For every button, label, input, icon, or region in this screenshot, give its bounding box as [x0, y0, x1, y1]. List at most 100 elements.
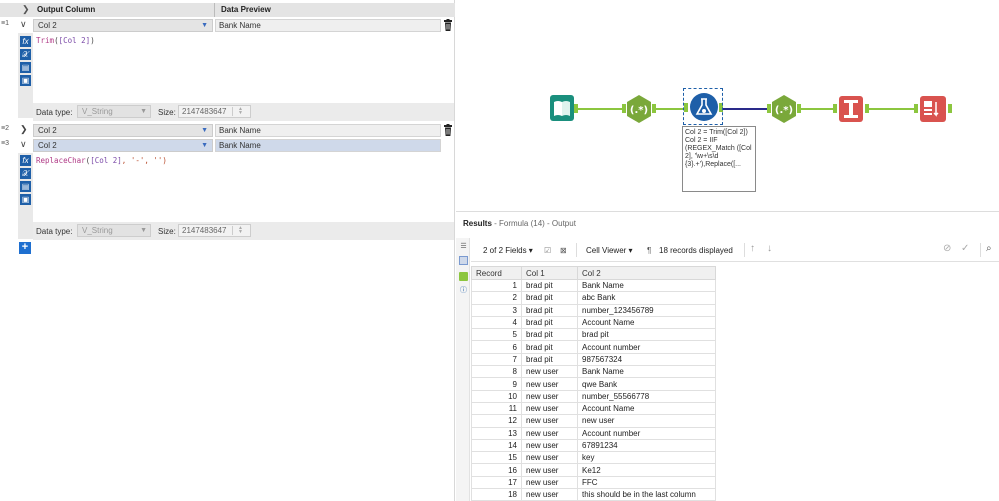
col2-cell[interactable]: key [577, 451, 716, 465]
table-row[interactable]: 9 new user qwe Bank [471, 377, 716, 391]
input-data-tool-icon[interactable] [550, 95, 578, 123]
col1-cell[interactable]: new user [521, 389, 578, 403]
table-row[interactable]: 13 new user Account number [471, 426, 716, 440]
table-row[interactable]: 5 brad pit brad pit [471, 328, 716, 342]
col1-cell[interactable]: new user [521, 414, 578, 428]
regex-tool-icon[interactable]: (.*) [622, 94, 656, 124]
arrow-down-icon[interactable]: ↓ [767, 243, 772, 254]
record-cell[interactable]: 8 [471, 365, 522, 379]
drag-handle-icon[interactable]: ≡1 [1, 20, 17, 27]
col2-cell[interactable]: 67891234 [577, 438, 716, 453]
col1-cell[interactable]: brad pit [521, 303, 578, 317]
record-cell[interactable]: 11 [471, 401, 522, 416]
expression-editor-1[interactable]: Trim([Col 2]) [33, 33, 454, 103]
record-cell[interactable]: 2 [471, 291, 522, 305]
formula-row-1[interactable]: ≡1 ∨ Col 2 ▼ Bank Name [0, 19, 455, 32]
output-column-select[interactable]: Col 2 ▼ [33, 139, 213, 152]
record-cell[interactable]: 13 [471, 426, 522, 440]
formula-row-2[interactable]: ≡2 ❯ Col 2 ▼ Bank Name [0, 124, 455, 137]
record-cell[interactable]: 17 [471, 475, 522, 490]
output-tool-icon[interactable] [914, 95, 954, 123]
delete-icon[interactable] [443, 124, 453, 136]
column-header-col2[interactable]: Col 2 [577, 266, 716, 280]
col2-cell[interactable]: this should be in the last column [577, 488, 716, 501]
record-cell[interactable]: 16 [471, 463, 522, 477]
col1-cell[interactable]: brad pit [521, 328, 578, 342]
col2-cell[interactable]: 987567324 [577, 352, 716, 367]
regex-tool-icon[interactable]: (.*) [767, 94, 801, 124]
col1-cell[interactable]: brad pit [521, 352, 578, 367]
record-cell[interactable]: 1 [471, 278, 522, 293]
record-cell[interactable]: 7 [471, 352, 522, 367]
col2-cell[interactable]: Bank Name [577, 365, 716, 379]
col2-cell[interactable]: number_55566778 [577, 389, 716, 403]
table-view-icon[interactable] [459, 256, 468, 265]
edit-icon[interactable]: ☑ [544, 246, 551, 255]
col1-cell[interactable]: brad pit [521, 315, 578, 330]
function-icon[interactable]: fx [20, 36, 31, 47]
col1-cell[interactable]: new user [521, 475, 578, 490]
record-cell[interactable]: 6 [471, 340, 522, 354]
col2-cell[interactable]: FFC [577, 475, 716, 490]
formula-row-3[interactable]: ≡3 ∨ Col 2 ▼ Bank Name [0, 139, 455, 152]
record-cell[interactable]: 4 [471, 315, 522, 330]
col1-cell[interactable]: new user [521, 365, 578, 379]
table-row[interactable]: 8 new user Bank Name [471, 365, 716, 379]
arrow-up-icon[interactable]: ↑ [750, 243, 755, 254]
record-cell[interactable]: 5 [471, 328, 522, 342]
table-row[interactable]: 4 brad pit Account Name [471, 315, 716, 330]
table-row[interactable]: 17 new user FFC [471, 475, 716, 490]
col1-cell[interactable]: new user [521, 488, 578, 501]
col1-cell[interactable]: new user [521, 451, 578, 465]
open-folder-icon[interactable]: ▤ [20, 62, 31, 73]
expression-editor-3[interactable]: ReplaceChar([Col 2], '-', '') [33, 153, 454, 221]
size-input[interactable]: 2147483647 ▲ ▼ [178, 105, 251, 118]
help-icon[interactable]: ⓘ [459, 286, 468, 295]
record-cell[interactable]: 12 [471, 414, 522, 428]
col2-cell[interactable]: Account Name [577, 315, 716, 330]
col2-cell[interactable]: new user [577, 414, 716, 428]
select-tool-icon[interactable] [833, 95, 869, 123]
collapse-chevron-icon[interactable]: ∨ [20, 19, 27, 30]
collapse-chevron-icon[interactable]: ∨ [20, 139, 27, 150]
col1-cell[interactable]: brad pit [521, 291, 578, 305]
data-type-select[interactable]: V_String ▼ [77, 105, 151, 118]
table-row[interactable]: 10 new user number_55566778 [471, 389, 716, 403]
table-row[interactable]: 14 new user 67891234 [471, 438, 716, 453]
data-view-icon[interactable] [459, 272, 468, 281]
col2-cell[interactable]: brad pit [577, 328, 716, 342]
pilcrow-icon[interactable]: ¶ [647, 246, 651, 255]
save-icon[interactable]: ▣ [20, 194, 31, 205]
col1-cell[interactable]: new user [521, 438, 578, 453]
chevron-right-icon[interactable]: ❯ [22, 4, 30, 15]
size-input[interactable]: 2147483647 ▲ ▼ [178, 224, 251, 237]
delete-icon[interactable] [443, 19, 453, 31]
drag-handle-icon[interactable]: ≡2 [1, 125, 17, 132]
record-cell[interactable]: 9 [471, 377, 522, 391]
col2-cell[interactable]: number_123456789 [577, 303, 716, 317]
fields-dropdown[interactable]: 2 of 2 Fields ▾ [483, 246, 533, 255]
size-spinner-icon[interactable]: ▲ ▼ [232, 226, 248, 235]
col2-cell[interactable]: abc Bank [577, 291, 716, 305]
drag-handle-icon[interactable]: ≡3 [1, 140, 17, 147]
col1-cell[interactable]: new user [521, 401, 578, 416]
table-row[interactable]: 16 new user Ke12 [471, 463, 716, 477]
record-cell[interactable]: 10 [471, 389, 522, 403]
clear-icon[interactable]: ⊠ [560, 246, 567, 255]
expand-chevron-icon[interactable]: ❯ [20, 124, 28, 135]
data-type-select[interactable]: V_String ▼ [77, 224, 151, 237]
cancel-icon[interactable]: ⊘ [943, 243, 951, 254]
col1-cell[interactable]: new user [521, 426, 578, 440]
record-cell[interactable]: 14 [471, 438, 522, 453]
checkmark-icon[interactable]: ✓ [961, 243, 969, 254]
record-cell[interactable]: 3 [471, 303, 522, 317]
table-row[interactable]: 2 brad pit abc Bank [471, 291, 716, 305]
table-row[interactable]: 15 new user key [471, 451, 716, 465]
cell-viewer-dropdown[interactable]: Cell Viewer ▾ [586, 246, 633, 255]
col2-cell[interactable]: qwe Bank [577, 377, 716, 391]
open-folder-icon[interactable]: ▤ [20, 181, 31, 192]
col2-cell[interactable]: Account number [577, 426, 716, 440]
col2-cell[interactable]: Account Name [577, 401, 716, 416]
table-row[interactable]: 12 new user new user [471, 414, 716, 428]
col1-cell[interactable]: new user [521, 463, 578, 477]
